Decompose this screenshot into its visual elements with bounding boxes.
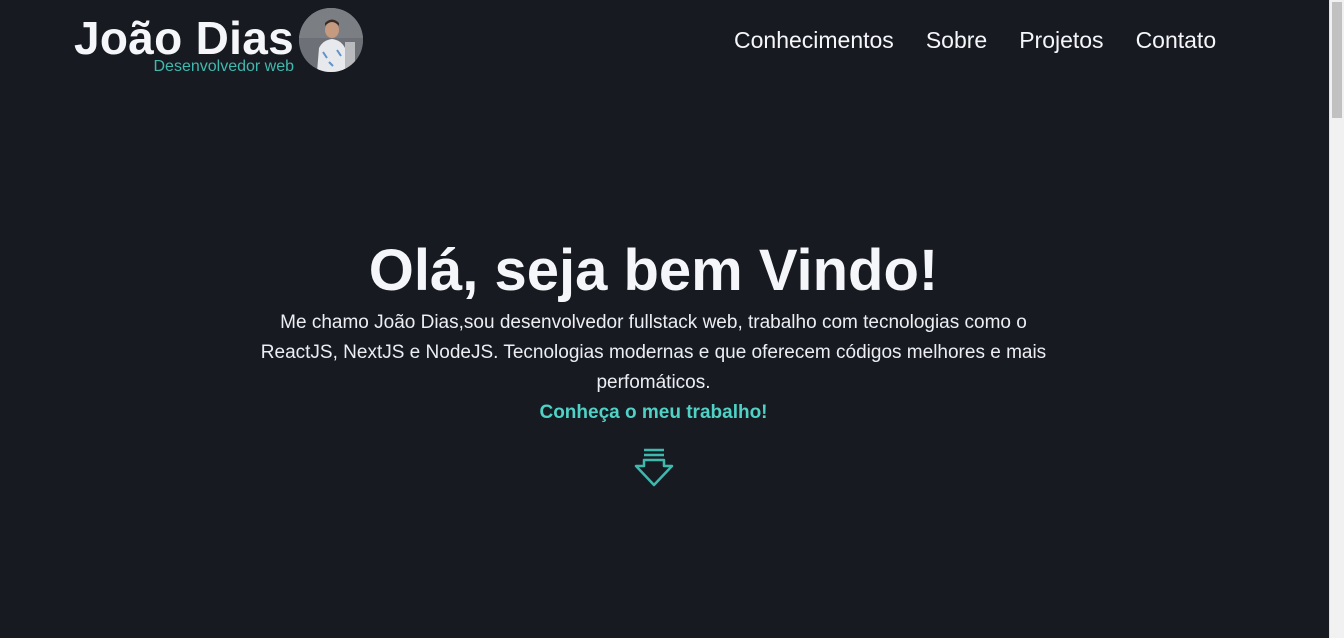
brand-text: João Dias Desenvolvedor web <box>74 12 294 76</box>
nav-link-sobre[interactable]: Sobre <box>926 22 987 58</box>
hero-section: Olá, seja bem Vindo! Me chamo João Dias,… <box>0 234 1307 428</box>
scrollbar[interactable] <box>1329 0 1344 638</box>
avatar <box>299 8 363 72</box>
main-nav: Conhecimentos Sobre Projetos Contato <box>734 22 1216 58</box>
arrow-down-icon[interactable] <box>634 448 674 488</box>
avatar-photo <box>299 8 363 72</box>
brand[interactable]: João Dias Desenvolvedor web <box>74 12 294 76</box>
hero-description: Me chamo João Dias,sou desenvolvedor ful… <box>260 312 1047 393</box>
scrollbar-thumb[interactable] <box>1332 2 1342 118</box>
hero-title: Olá, seja bem Vindo! <box>368 238 939 303</box>
nav-link-conhecimentos[interactable]: Conhecimentos <box>734 22 894 58</box>
brand-role: Desenvolvedor web <box>153 58 295 75</box>
brand-name: João Dias <box>74 12 295 64</box>
hero-cta-link[interactable]: Conheça o meu trabalho! <box>539 398 767 428</box>
nav-link-contato[interactable]: Contato <box>1136 22 1217 58</box>
nav-link-projetos[interactable]: Projetos <box>1019 22 1103 58</box>
page: João Dias Desenvolvedor web Conhecimento… <box>0 0 1344 638</box>
